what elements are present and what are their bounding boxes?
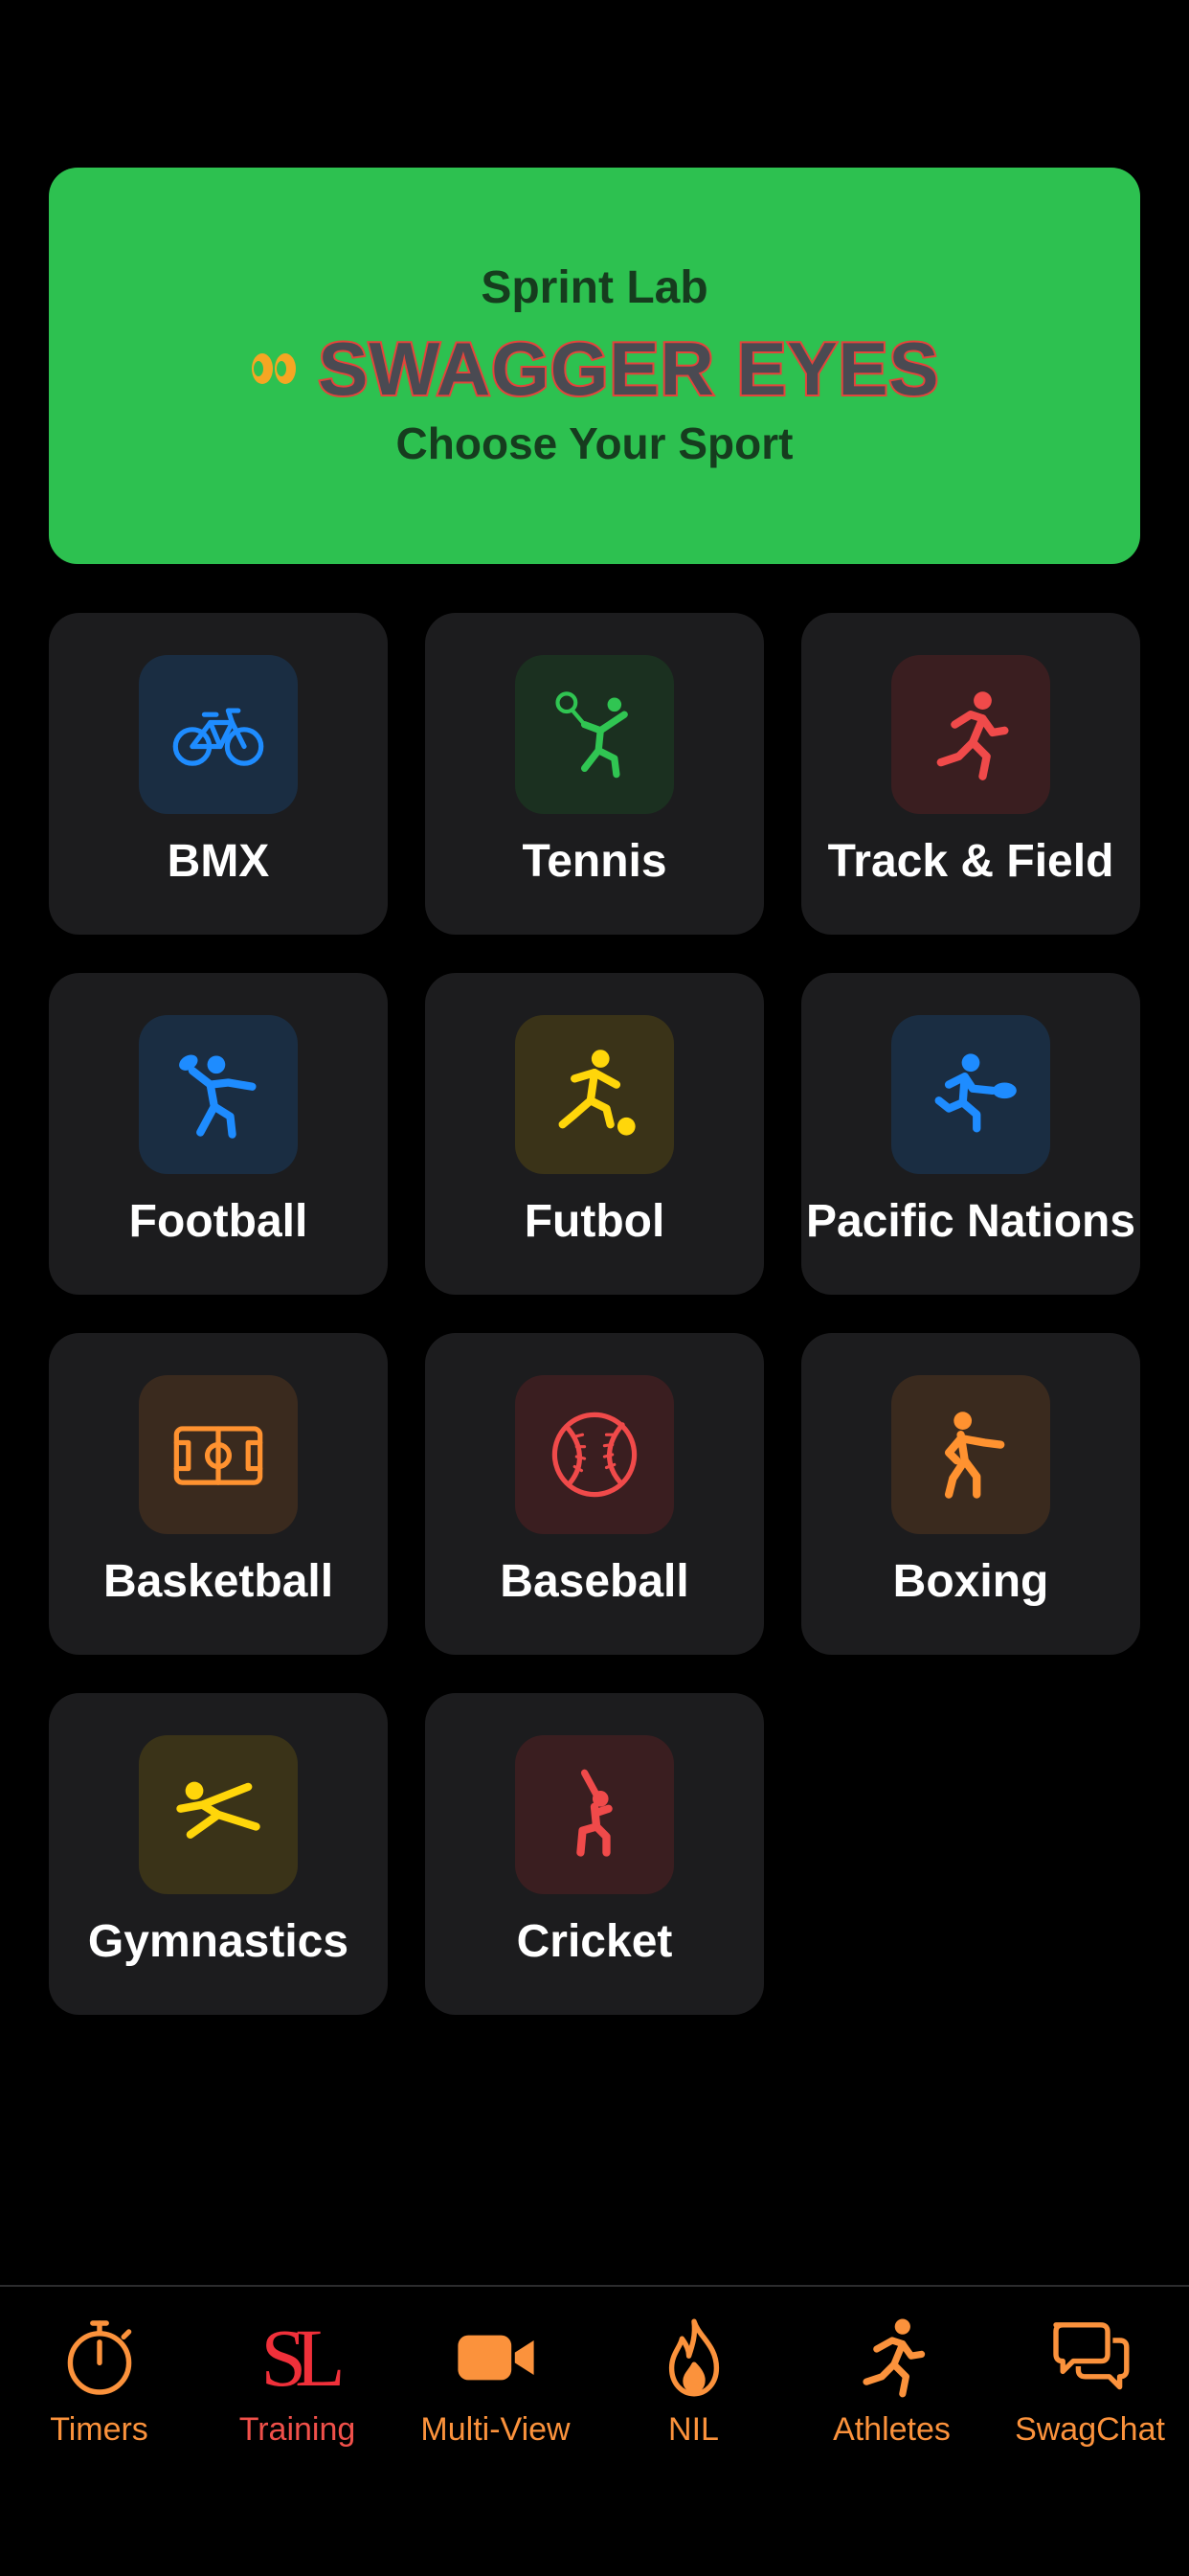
sport-icon-tile	[515, 1735, 674, 1894]
sport-card-pacific-nations[interactable]: Pacific Nations	[801, 973, 1140, 1295]
runner-icon	[844, 2312, 940, 2404]
chat-bubbles-icon	[1043, 2312, 1138, 2404]
brand-name: SWAGGER EYES	[316, 327, 940, 412]
sport-card-track-field[interactable]: Track & Field	[801, 613, 1140, 935]
sport-icon-tile	[515, 1015, 674, 1174]
sport-card-cricket[interactable]: Cricket	[425, 1693, 764, 2015]
sport-label: Basketball	[102, 1556, 334, 1607]
brand-row: SWAGGER EYES	[249, 327, 941, 412]
tab-label: NIL	[668, 2411, 719, 2448]
sport-card-basketball[interactable]: Basketball	[49, 1333, 388, 1655]
flame-icon	[646, 2312, 742, 2404]
sport-label: BMX	[167, 836, 270, 887]
header-banner: Sprint Lab SWAGGER EYES Choose Your Spor…	[49, 168, 1140, 564]
sport-grid: BMX Tennis Track & Field Football Futbol…	[49, 613, 1140, 2015]
tab-label: SwagChat	[1015, 2411, 1165, 2448]
sport-card-bmx[interactable]: BMX	[49, 613, 388, 935]
sport-card-baseball[interactable]: Baseball	[425, 1333, 764, 1655]
sport-label: Track & Field	[827, 836, 1114, 887]
cricket-batter-icon	[576, 1769, 613, 1857]
boxer-icon	[944, 1412, 1005, 1499]
court-icon	[173, 1426, 263, 1485]
app-subtitle: Sprint Lab	[481, 262, 708, 314]
tab-athletes[interactable]: Athletes	[793, 2312, 991, 2449]
sport-label: Baseball	[500, 1556, 689, 1607]
stopwatch-icon	[52, 2312, 147, 2404]
sport-icon-tile	[139, 1735, 298, 1894]
sport-label: Tennis	[522, 836, 667, 887]
tab-multi-view[interactable]: Multi-View	[396, 2312, 594, 2449]
sport-icon-tile	[515, 655, 674, 814]
tab-label: Timers	[50, 2411, 148, 2448]
sport-card-tennis[interactable]: Tennis	[425, 613, 764, 935]
sport-label: Gymnastics	[87, 1916, 349, 1967]
sport-label: Football	[128, 1196, 308, 1247]
sport-icon-tile	[891, 655, 1050, 814]
sport-icon-tile	[515, 1375, 674, 1534]
sport-icon-tile	[891, 1015, 1050, 1174]
sport-card-futbol[interactable]: Futbol	[425, 973, 764, 1295]
sl-logo-text: SL	[260, 2312, 345, 2404]
sport-icon-tile	[139, 1375, 298, 1534]
rugby-player-icon	[934, 1053, 1017, 1133]
sport-card-boxing[interactable]: Boxing	[801, 1333, 1140, 1655]
tab-timers[interactable]: Timers	[0, 2312, 198, 2449]
sport-label: Pacific Nations	[805, 1196, 1136, 1247]
tab-training[interactable]: SL Training	[198, 2312, 396, 2449]
eyes-icon	[249, 350, 299, 388]
tab-swagchat[interactable]: SwagChat	[991, 2312, 1189, 2449]
sport-card-football[interactable]: Football	[49, 973, 388, 1295]
sport-card-gymnastics[interactable]: Gymnastics	[49, 1693, 388, 2015]
runner-icon	[936, 691, 1009, 780]
gymnast-icon	[176, 1781, 260, 1839]
sport-label: Cricket	[516, 1916, 673, 1967]
video-camera-icon	[448, 2312, 544, 2404]
sport-icon-tile	[891, 1375, 1050, 1534]
sport-label: Boxing	[892, 1556, 1049, 1607]
tab-label: Athletes	[833, 2411, 951, 2448]
football-thrower-icon	[179, 1054, 257, 1139]
tab-label: Training	[238, 2411, 356, 2448]
soccer-player-icon	[558, 1050, 636, 1136]
tab-label: Multi-View	[420, 2411, 571, 2448]
sport-icon-tile	[139, 655, 298, 814]
bicycle-icon	[172, 708, 264, 766]
tab-bar: Timers SL Training Multi-View NIL Athlet…	[0, 2285, 1189, 2576]
tab-nil[interactable]: NIL	[594, 2312, 793, 2449]
baseball-icon	[551, 1412, 638, 1498]
sl-logo-icon: SL	[250, 2312, 345, 2404]
page-title: Choose Your Sport	[395, 418, 794, 469]
sport-label: Futbol	[524, 1196, 665, 1247]
tennis-player-icon	[555, 691, 628, 779]
sport-icon-tile	[139, 1015, 298, 1174]
